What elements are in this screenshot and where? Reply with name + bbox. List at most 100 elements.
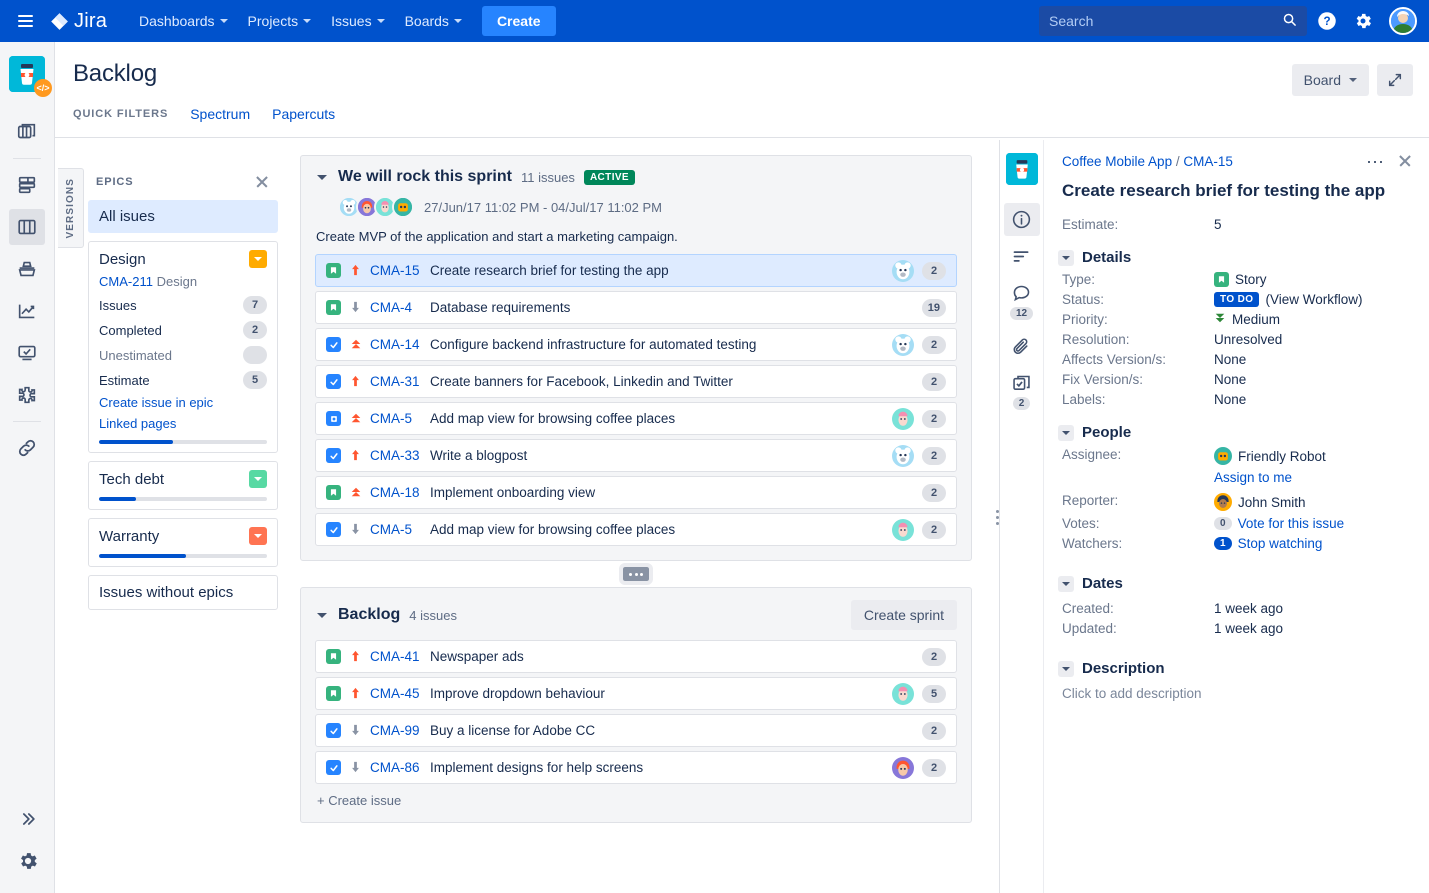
- issue-estimate[interactable]: 2: [922, 647, 946, 666]
- table-row[interactable]: CMA-5 Add map view for browsing coffee p…: [315, 513, 957, 546]
- issue-estimate[interactable]: 2: [922, 721, 946, 740]
- issue-key-link[interactable]: CMA-41: [370, 649, 422, 664]
- view-workflow-text[interactable]: (View Workflow): [1265, 292, 1362, 307]
- expand-sidebar-icon[interactable]: [10, 801, 46, 837]
- issue-key-link[interactable]: CMA-31: [370, 374, 422, 389]
- table-row[interactable]: CMA-18 Implement onboarding view 2: [315, 476, 957, 509]
- avatar[interactable]: [892, 756, 914, 779]
- sidebar-item-issues-screen[interactable]: [9, 335, 45, 371]
- issue-key-link[interactable]: CMA-4: [370, 300, 422, 315]
- issue-estimate[interactable]: 5: [922, 684, 946, 703]
- fullscreen-button[interactable]: [1377, 64, 1413, 96]
- issue-estimate[interactable]: 2: [922, 446, 946, 465]
- issue-estimate[interactable]: 2: [922, 261, 946, 280]
- board-selector-button[interactable]: Board: [1291, 64, 1369, 96]
- issue-key-link[interactable]: CMA-86: [370, 760, 422, 775]
- table-row[interactable]: CMA-99 Buy a license for Adobe CC 2: [315, 714, 957, 747]
- table-row[interactable]: CMA-45 Improve dropdown behaviour 5: [315, 677, 957, 710]
- quick-filter-papercuts[interactable]: Papercuts: [272, 106, 335, 122]
- close-icon[interactable]: [1397, 153, 1415, 171]
- help-icon[interactable]: ?: [1311, 5, 1343, 37]
- quick-filter-spectrum[interactable]: Spectrum: [190, 106, 250, 122]
- sidebar-item-links[interactable]: [9, 430, 45, 466]
- search-box[interactable]: [1039, 6, 1307, 36]
- avatar[interactable]: [892, 333, 914, 356]
- issue-estimate[interactable]: 2: [922, 520, 946, 539]
- issue-estimate[interactable]: 19: [921, 298, 946, 317]
- description-placeholder[interactable]: Click to add description: [1062, 686, 1413, 701]
- issue-estimate[interactable]: 2: [922, 335, 946, 354]
- estimate-value[interactable]: 5: [1214, 217, 1222, 232]
- issue-key-link[interactable]: CMA-18: [370, 485, 422, 500]
- issue-key-link[interactable]: CMA-5: [370, 522, 422, 537]
- section-resize-handle[interactable]: [619, 563, 653, 585]
- epic-tech-debt-color-swatch[interactable]: [249, 470, 267, 488]
- collapse-backlog-chevron-icon[interactable]: [315, 608, 329, 622]
- create-sprint-button[interactable]: Create sprint: [850, 600, 957, 630]
- activity-icon[interactable]: [1004, 240, 1040, 273]
- subtasks-icon[interactable]: 2: [1004, 367, 1040, 416]
- issue-key-link[interactable]: CMA-15: [370, 263, 422, 278]
- assign-to-me-link[interactable]: Assign to me: [1214, 470, 1292, 485]
- profile-avatar[interactable]: [1389, 7, 1417, 35]
- avatar[interactable]: [892, 444, 914, 467]
- table-row[interactable]: CMA-41 Newspaper ads 2: [315, 640, 957, 673]
- issue-estimate[interactable]: 2: [922, 483, 946, 502]
- table-row[interactable]: CMA-14 Configure backend infrastructure …: [315, 328, 957, 361]
- epic-card-tech-debt[interactable]: Tech debt: [88, 461, 278, 510]
- issue-estimate[interactable]: 2: [922, 372, 946, 391]
- table-row[interactable]: CMA-4 Database requirements 19: [315, 291, 957, 324]
- epic-warranty-color-swatch[interactable]: [249, 527, 267, 545]
- vote-for-issue-link[interactable]: Vote for this issue: [1238, 516, 1345, 531]
- issue-key-link[interactable]: CMA-45: [370, 686, 422, 701]
- avatar[interactable]: [892, 407, 914, 430]
- sidebar-item-reports[interactable]: [9, 293, 45, 329]
- avatar[interactable]: [1214, 493, 1232, 511]
- jira-logo[interactable]: Jira: [50, 10, 107, 33]
- table-row[interactable]: CMA-31 Create banners for Facebook, Link…: [315, 365, 957, 398]
- details-info-icon[interactable]: [1003, 203, 1040, 236]
- attachments-icon[interactable]: [1004, 330, 1040, 363]
- avatar[interactable]: [892, 259, 914, 282]
- avatar[interactable]: [1214, 447, 1232, 465]
- create-issue-in-epic-link[interactable]: Create issue in epic: [99, 395, 267, 410]
- sidebar-item-backlog-stack[interactable]: [9, 114, 45, 150]
- table-row[interactable]: CMA-5 Add map view for browsing coffee p…: [315, 402, 957, 435]
- create-button[interactable]: Create: [481, 6, 556, 36]
- sidebar-item-roadmap[interactable]: [9, 167, 45, 203]
- project-avatar[interactable]: [1005, 153, 1038, 185]
- issue-estimate[interactable]: 2: [922, 758, 946, 777]
- breadcrumb-project-link[interactable]: Coffee Mobile App: [1062, 154, 1172, 169]
- nav-boards[interactable]: Boards: [395, 7, 472, 35]
- avatar[interactable]: [892, 682, 914, 705]
- avatar[interactable]: [892, 518, 914, 541]
- collapse-description-chevron-icon[interactable]: [1058, 660, 1074, 677]
- issue-key-link[interactable]: CMA-5: [370, 411, 422, 426]
- epic-card-warranty[interactable]: Warranty: [88, 518, 278, 567]
- settings-gear-icon[interactable]: [1347, 5, 1379, 37]
- collapse-dates-chevron-icon[interactable]: [1058, 575, 1074, 592]
- issue-estimate[interactable]: 2: [922, 409, 946, 428]
- nav-projects[interactable]: Projects: [238, 7, 322, 35]
- issue-key-link[interactable]: CMA-33: [370, 448, 422, 463]
- collapse-details-chevron-icon[interactable]: [1058, 249, 1074, 266]
- status-badge[interactable]: TO DO: [1214, 292, 1260, 307]
- search-input[interactable]: [1049, 13, 1282, 29]
- collapse-sprint-chevron-icon[interactable]: [315, 170, 329, 184]
- nav-dashboards[interactable]: Dashboards: [129, 7, 238, 35]
- close-icon[interactable]: [254, 174, 270, 190]
- epic-design-key-link[interactable]: CMA-211: [99, 274, 153, 289]
- collapse-people-chevron-icon[interactable]: [1058, 424, 1074, 441]
- project-settings-gear-icon[interactable]: [10, 843, 46, 879]
- sidebar-item-releases[interactable]: [9, 251, 45, 287]
- linked-pages-link[interactable]: Linked pages: [99, 416, 267, 431]
- epic-card-design[interactable]: Design CMA-211 Design Issues 7 Completed…: [88, 241, 278, 453]
- epic-issues-without-epics[interactable]: Issues without epics: [88, 575, 278, 610]
- create-issue-button[interactable]: + Create issue: [315, 793, 957, 808]
- table-row[interactable]: CMA-33 Write a blogpost 2: [315, 439, 957, 472]
- nav-issues[interactable]: Issues: [321, 7, 394, 35]
- epic-all-issues[interactable]: All isues: [88, 200, 278, 233]
- table-row[interactable]: CMA-86 Implement designs for help screen…: [315, 751, 957, 784]
- avatar[interactable]: [392, 196, 414, 218]
- sidebar-item-add-ons[interactable]: [9, 377, 45, 413]
